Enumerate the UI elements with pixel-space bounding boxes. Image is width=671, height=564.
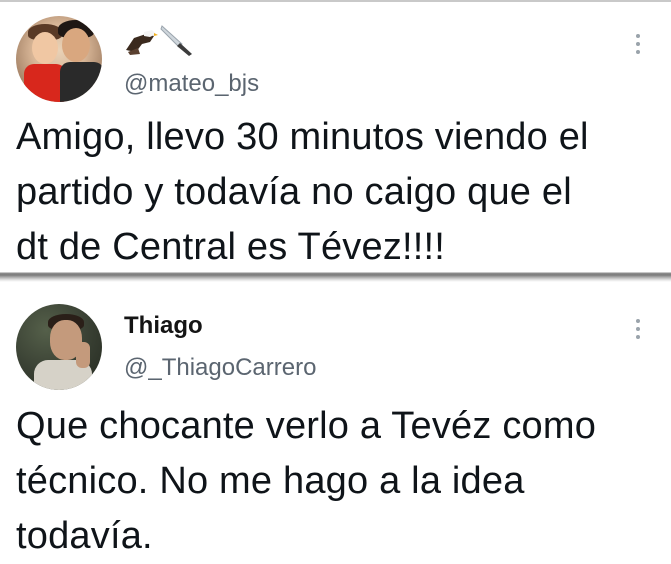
tweet-text-line: Que chocante verlo a Tevéz como (16, 405, 597, 447)
tweet-card[interactable]: @mateo_bjs Amigo, llevo 30 minutos viend… (0, 2, 671, 270)
more-options-icon[interactable] (635, 319, 641, 341)
avatar[interactable] (16, 304, 102, 390)
user-handle[interactable]: @_ThiagoCarrero (124, 354, 316, 382)
tweet-text: Amigo, llevo 30 minutos viendo el partid… (16, 110, 656, 275)
tweet-text-line: técnico. No me hago a la idea (16, 460, 525, 502)
tweet-text: Que chocante verlo a Tevéz como técnico.… (16, 399, 656, 564)
tweet-text-line: dt de Central es Tévez!!!! (16, 226, 446, 268)
more-options-icon[interactable] (635, 34, 641, 56)
avatar-figure-hand (76, 342, 90, 368)
tweet-divider (0, 270, 671, 282)
eagle-icon (126, 30, 158, 55)
knife-icon (160, 25, 192, 56)
display-name-emojis (124, 24, 204, 58)
avatar-figure-dark-shirt (60, 62, 102, 102)
avatar-figure-face (62, 28, 90, 62)
avatar[interactable] (16, 16, 102, 102)
tweet-text-line: todavía. (16, 515, 153, 557)
avatar-figure-face (32, 32, 58, 64)
user-handle[interactable]: @mateo_bjs (124, 70, 259, 98)
tweet-text-line: partido y todavía no caigo que el (16, 171, 572, 213)
tweet-text-line: Amigo, llevo 30 minutos viendo el (16, 116, 589, 158)
display-name[interactable]: Thiago (124, 312, 203, 340)
tweet-card[interactable]: Thiago @_ThiagoCarrero Que chocante verl… (0, 282, 671, 557)
